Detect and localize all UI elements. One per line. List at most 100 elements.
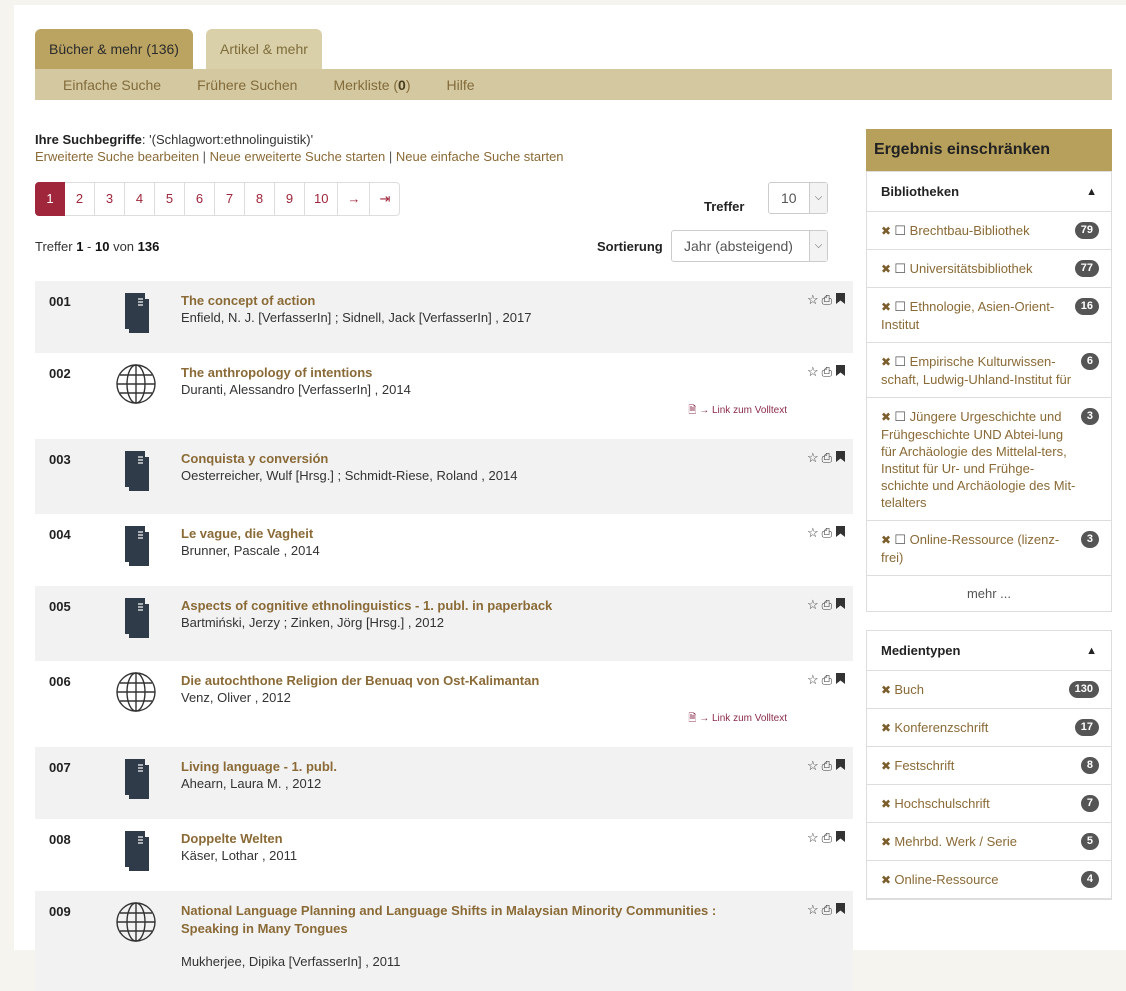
checkbox-icon[interactable]: ☐ [894,354,909,369]
bookmark-icon[interactable] [835,450,846,466]
facet-item[interactable]: ✖ Konferenzschrift 17 [867,709,1111,747]
remove-x-icon[interactable]: ✖ [881,683,894,697]
search-history-link[interactable]: Frühere Suchen [197,77,297,93]
print-icon[interactable]: ⎙ [822,292,832,308]
remove-x-icon[interactable]: ✖ [881,721,894,735]
checkbox-icon[interactable]: ☐ [894,532,909,547]
bookmark-icon[interactable] [835,525,846,541]
page-link[interactable]: 6 [185,182,215,216]
facet-item[interactable]: ✖ ☐ Universitätsbibliothek 77 [867,250,1111,288]
print-icon[interactable]: ⎙ [822,902,832,918]
remove-x-icon[interactable]: ✖ [881,873,894,887]
facet-more-link[interactable]: mehr ... [867,576,1111,611]
new-advanced-search-link[interactable]: Neue erweiterte Suche starten [210,149,386,164]
result-title-link[interactable]: The anthropology of intentions [181,364,741,382]
count-badge: 77 [1074,260,1099,277]
new-simple-search-link[interactable]: Neue einfache Suche starten [396,149,564,164]
bookmark-icon[interactable] [835,758,846,774]
star-icon[interactable]: ☆ [807,902,819,918]
star-icon[interactable]: ☆ [807,597,819,613]
facet-item[interactable]: ✖ Buch 130 [867,671,1111,709]
fulltext-link[interactable]: 🗎 → Link zum Volltext [688,403,787,420]
remove-x-icon[interactable]: ✖ [881,533,894,547]
facet-item-label: Brechtbau-Bibliothek [909,223,1030,238]
simple-search-link[interactable]: Einfache Suche [63,77,161,93]
remove-x-icon[interactable]: ✖ [881,410,894,424]
watchlist-prefix: Merkliste ( [333,76,399,93]
bookmark-icon[interactable] [835,902,846,918]
facet-item[interactable]: ✖ ☐ Brechtbau-Bibliothek 79 [867,212,1111,250]
facet-item[interactable]: ✖ Mehrbd. Werk / Serie 5 [867,823,1111,861]
result-title-link[interactable]: Conquista y conversión [181,450,741,468]
page-link[interactable]: 4 [125,182,155,216]
print-icon[interactable]: ⎙ [822,830,832,846]
page-link[interactable]: 10 [305,182,339,216]
sort-select[interactable]: Jahr (absteigend) ⌵ [671,230,828,262]
facet-item[interactable]: ✖ ☐ Empirische Kulturwissen-schaft, Ludw… [867,343,1111,398]
facet-item[interactable]: ✖ ☐ Ethnologie, Asien-Orient-Institut 16 [867,288,1111,343]
checkbox-icon[interactable]: ☐ [894,409,909,424]
remove-x-icon[interactable]: ✖ [881,300,894,314]
page-link[interactable]: 9 [275,182,305,216]
watchlist-suffix: ) [405,76,411,93]
print-icon[interactable]: ⎙ [822,672,832,688]
facet-item[interactable]: ✖ Hochschulschrift 7 [867,785,1111,823]
checkbox-icon[interactable]: ☐ [894,223,909,238]
page-link[interactable]: → [338,182,371,216]
bookmark-icon[interactable] [835,364,846,380]
result-title-link[interactable]: The concept of action [181,292,741,310]
result-title-link[interactable]: Die autochthone Religion der Benuaq von … [181,672,741,690]
print-icon[interactable]: ⎙ [822,525,832,541]
bookmark-icon[interactable] [835,830,846,846]
print-icon[interactable]: ⎙ [822,597,832,613]
result-list: 001 The concept of action Enfield, N. J. [… [35,281,853,991]
facet-item[interactable]: ✖ ☐ Jüngere Urgeschichte und Frühgeschic… [867,398,1111,521]
star-icon[interactable]: ☆ [807,758,819,774]
result-title-link[interactable]: National Language Planning and Language … [181,902,741,938]
fulltext-link[interactable]: 🗎 → Link zum Volltext [688,711,787,728]
print-icon[interactable]: ⎙ [822,450,832,466]
page-link[interactable]: 1 [35,182,65,216]
result-title-link[interactable]: Living language - 1. publ. [181,758,741,776]
edit-advanced-search-link[interactable]: Erweiterte Suche bearbeiten [35,149,199,164]
star-icon[interactable]: ☆ [807,450,819,466]
help-link[interactable]: Hilfe [447,77,475,93]
bookmark-icon[interactable] [835,292,846,308]
result-title-link[interactable]: Aspects of cognitive ethnolinguistics - … [181,597,741,615]
remove-x-icon[interactable]: ✖ [881,224,894,238]
star-icon[interactable]: ☆ [807,672,819,688]
page-link[interactable]: 3 [95,182,125,216]
star-icon[interactable]: ☆ [807,364,819,380]
hits-per-page-select[interactable]: 10 ⌵ [768,182,828,214]
page-link[interactable]: 5 [155,182,185,216]
bookmark-icon[interactable] [835,672,846,688]
page-link[interactable]: 7 [215,182,245,216]
print-icon[interactable]: ⎙ [822,758,832,774]
remove-x-icon[interactable]: ✖ [881,262,894,276]
page-link[interactable]: ⇥ [370,182,401,216]
watchlist-link[interactable]: Merkliste (0) [333,77,410,93]
page-link[interactable]: 2 [65,182,95,216]
facet-item[interactable]: ✖ ☐ Online-Ressource (lizenz-frei) 3 [867,521,1111,576]
tab-articles[interactable]: Artikel & mehr [206,29,322,69]
tab-books[interactable]: Bücher & mehr (136) [35,29,193,69]
remove-x-icon[interactable]: ✖ [881,797,894,811]
remove-x-icon[interactable]: ✖ [881,355,894,369]
remove-x-icon[interactable]: ✖ [881,835,894,849]
checkbox-icon[interactable]: ☐ [894,299,909,314]
facet-item[interactable]: ✖ Festschrift 8 [867,747,1111,785]
result-title-link[interactable]: Le vague, die Vagheit [181,525,741,543]
query-terms: : '(Schlagwort:ethnolinguistik)' [141,132,314,147]
checkbox-icon[interactable]: ☐ [894,261,909,276]
print-icon[interactable]: ⎙ [822,364,832,380]
page-link[interactable]: 8 [245,182,275,216]
facet-media-header[interactable]: Medientypen ▲ [867,631,1111,671]
star-icon[interactable]: ☆ [807,830,819,846]
result-title-link[interactable]: Doppelte Welten [181,830,741,848]
star-icon[interactable]: ☆ [807,292,819,308]
star-icon[interactable]: ☆ [807,525,819,541]
facet-item[interactable]: ✖ Online-Ressource 4 [867,861,1111,899]
bookmark-icon[interactable] [835,597,846,613]
remove-x-icon[interactable]: ✖ [881,759,894,773]
facet-libraries-header[interactable]: Bibliotheken ▲ [867,172,1111,212]
